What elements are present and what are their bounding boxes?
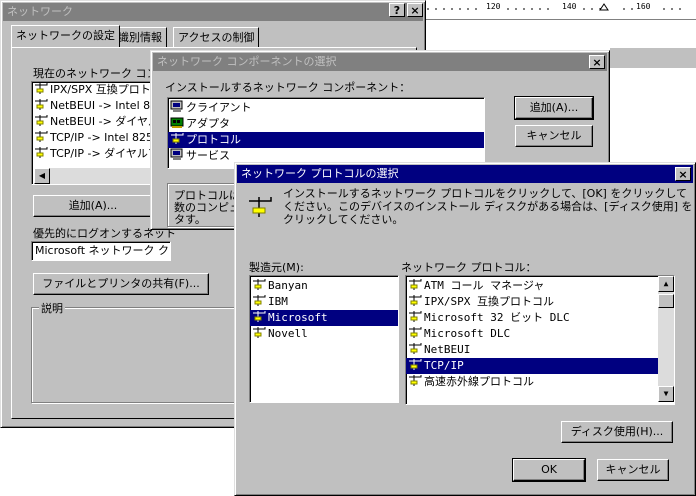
- network-protocol-icon: [408, 326, 422, 339]
- list-item-netbeui[interactable]: NetBEUI: [406, 342, 674, 358]
- list-item-irda[interactable]: 高速赤外線プロトコル: [406, 374, 674, 390]
- close-icon[interactable]: ×: [589, 55, 605, 69]
- background-bar: [610, 48, 696, 68]
- list-item[interactable]: TCP/IP -> Intel 8255: [32, 130, 160, 146]
- computer-icon: [170, 100, 184, 113]
- network-protocol-icon: [252, 294, 266, 307]
- ruler-label-120: 120: [486, 2, 501, 11]
- logon-select-value: Microsoft ネットワーク クライアント: [35, 244, 170, 257]
- component-dialog-title: ネットワーク コンポーネントの選択: [157, 55, 337, 68]
- list-item-adapter[interactable]: アダプタ: [168, 116, 484, 132]
- protocols-label: ネットワーク プロトコル：: [401, 261, 537, 274]
- network-protocol-icon: [408, 358, 422, 371]
- tab-strip: ネットワークの設定 識別情報 アクセスの制御: [11, 25, 411, 47]
- network-protocol-icon: [252, 310, 266, 323]
- network-protocol-icon: [408, 294, 422, 307]
- ruler-label-160: 160: [636, 2, 651, 11]
- component-add-button[interactable]: 追加(A)...: [514, 96, 594, 120]
- add-button[interactable]: 追加(A)...: [33, 195, 153, 217]
- scroll-up-icon[interactable]: ▲: [658, 276, 674, 292]
- network-protocol-icon: [408, 342, 422, 355]
- component-prompt: インストールするネットワーク コンポーネント：: [165, 81, 411, 94]
- close-icon[interactable]: ×: [675, 167, 691, 181]
- list-item-ibm[interactable]: IBM: [250, 294, 398, 310]
- tab-network-settings[interactable]: ネットワークの設定: [11, 25, 120, 47]
- network-window-title: ネットワーク: [7, 5, 73, 18]
- network-protocol-icon: [34, 114, 48, 127]
- help-button[interactable]: ?: [389, 3, 405, 17]
- manufacturers-list[interactable]: Banyan IBM Microsoft Novell: [249, 275, 399, 403]
- network-card-icon: [170, 116, 184, 129]
- computer-icon: [170, 148, 184, 161]
- protocols-vscrollbar[interactable]: ▲ ▼: [658, 276, 674, 402]
- network-protocol-icon: [252, 326, 266, 339]
- components-hscrollbar[interactable]: ◀: [34, 168, 160, 184]
- scroll-thumb[interactable]: [658, 294, 674, 308]
- network-protocol-icon: [34, 82, 48, 95]
- ruler-ticks: [427, 3, 681, 11]
- list-item-ipx-spx[interactable]: IPX/SPX 互換プロトコル: [406, 294, 674, 310]
- logon-select[interactable]: Microsoft ネットワーク クライアント: [31, 241, 171, 261]
- network-protocol-icon: [408, 278, 422, 291]
- tab-identification[interactable]: 識別情報: [113, 27, 167, 47]
- cancel-button[interactable]: キャンセル: [597, 459, 669, 481]
- manufacturers-label: 製造元(M):: [249, 261, 304, 274]
- protocol-instruction: インストールするネットワーク プロトコルをクリックして、[OK] をクリックして…: [283, 187, 693, 226]
- list-item-novell[interactable]: Novell: [250, 326, 398, 342]
- list-item-banyan[interactable]: Banyan: [250, 278, 398, 294]
- list-item-tcpip[interactable]: TCP/IP: [406, 358, 658, 374]
- file-share-button[interactable]: ファイルとプリンタの共有(F)...: [33, 273, 209, 295]
- network-protocol-icon: [252, 278, 266, 291]
- component-list[interactable]: クライアント アダプタ プロトコル サービス: [167, 97, 485, 169]
- component-cancel-button[interactable]: キャンセル: [515, 125, 593, 147]
- list-item-client[interactable]: クライアント: [168, 100, 484, 116]
- protocol-dialog-title: ネットワーク プロトコルの選択: [241, 167, 399, 180]
- list-item-microsoft[interactable]: Microsoft: [250, 310, 398, 326]
- list-item-atm[interactable]: ATM コール マネージャ: [406, 278, 674, 294]
- description-label: 説明: [39, 300, 65, 316]
- network-window-titlebar: ネットワーク ? ×: [3, 3, 423, 21]
- tab-access-control[interactable]: アクセスの制御: [173, 27, 260, 47]
- network-protocol-icon: [408, 374, 422, 387]
- ruler-label-140: 140: [562, 2, 577, 11]
- scroll-left-icon[interactable]: ◀: [34, 168, 50, 184]
- list-item-protocol[interactable]: プロトコル: [168, 132, 484, 148]
- protocol-dialog: ネットワーク プロトコルの選択 × インストールするネットワーク プロトコルをク…: [234, 162, 696, 496]
- list-item-ms-dlc[interactable]: Microsoft DLC: [406, 326, 674, 342]
- components-list[interactable]: IPX/SPX 互換プロトコル NetBEUI -> Intel 8255 Ne…: [31, 81, 161, 185]
- protocols-list[interactable]: ATM コール マネージャ IPX/SPX 互換プロトコル Microsoft …: [405, 275, 675, 405]
- network-protocol-icon: [34, 130, 48, 143]
- network-protocol-icon: [34, 98, 48, 111]
- protocol-dialog-titlebar: ネットワーク プロトコルの選択 ×: [237, 165, 693, 183]
- disk-use-button[interactable]: ディスク使用(H)...: [561, 421, 673, 443]
- list-item[interactable]: TCP/IP -> ダイヤルアップ: [32, 146, 160, 162]
- list-item[interactable]: NetBEUI -> ダイヤルアップ: [32, 114, 160, 130]
- network-protocol-icon: [247, 193, 275, 221]
- ok-button[interactable]: OK: [512, 458, 586, 482]
- component-dialog-titlebar: ネットワーク コンポーネントの選択 ×: [153, 53, 607, 71]
- network-protocol-icon: [170, 132, 184, 145]
- scroll-down-icon[interactable]: ▼: [658, 386, 674, 402]
- network-protocol-icon: [34, 146, 48, 159]
- description-group: [31, 307, 241, 403]
- close-icon[interactable]: ×: [407, 3, 423, 17]
- ruler: 120 140 160: [424, 0, 696, 20]
- list-item[interactable]: NetBEUI -> Intel 8255: [32, 98, 160, 114]
- list-item-ms-dlc32[interactable]: Microsoft 32 ビット DLC: [406, 310, 674, 326]
- list-item[interactable]: IPX/SPX 互換プロトコル: [32, 82, 160, 98]
- network-protocol-icon: [408, 310, 422, 323]
